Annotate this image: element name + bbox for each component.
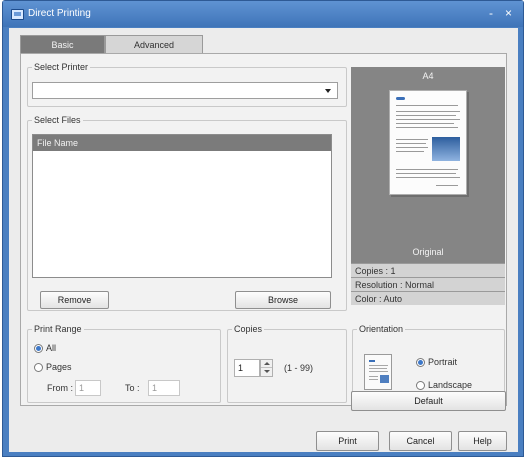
printer-window-icon (11, 9, 24, 20)
print-range-label: Print Range (32, 324, 84, 334)
from-page-input[interactable]: 1 (75, 380, 101, 396)
landscape-radio[interactable] (416, 381, 425, 390)
minimize-button[interactable]: - (489, 7, 493, 19)
logo-mark-icon (396, 97, 405, 100)
select-printer-label: Select Printer (32, 62, 91, 72)
portrait-radio[interactable] (416, 358, 425, 367)
portrait-label[interactable]: Portrait (428, 357, 457, 367)
copies-label: Copies (232, 324, 265, 334)
spin-arrows-icon[interactable] (260, 359, 273, 377)
copies-info: Copies : 1 (351, 263, 505, 277)
range-pages-radio[interactable] (34, 363, 43, 372)
from-label: From : (47, 383, 73, 393)
title-bar[interactable]: Direct Printing - × (3, 1, 523, 27)
print-button[interactable]: Print (316, 431, 379, 451)
help-button[interactable]: Help (458, 431, 507, 451)
range-pages-label[interactable]: Pages (46, 362, 72, 372)
browse-button[interactable]: Browse (235, 291, 331, 309)
tab-basic[interactable]: Basic (20, 35, 105, 53)
preview-photo-icon (432, 137, 460, 161)
to-page-input[interactable]: 1 (148, 380, 180, 396)
file-list[interactable]: File Name (32, 134, 332, 278)
copies-input[interactable]: 1 (234, 359, 260, 377)
copies-increment-button[interactable] (261, 360, 272, 368)
copies-decrement-button[interactable] (261, 368, 272, 376)
file-name-column-header[interactable]: File Name (33, 135, 331, 151)
chevron-down-icon[interactable] (325, 89, 331, 93)
close-button[interactable]: × (505, 7, 512, 19)
print-range-group: Print Range All Pages From : 1 To : 1 (27, 324, 221, 403)
dialog-client: Basic Advanced Select Printer Select Fil… (9, 28, 518, 452)
remove-button[interactable]: Remove (40, 291, 109, 309)
select-files-group: Select Files File Name Remove Browse (27, 115, 347, 311)
resolution-info: Resolution : Normal (351, 277, 505, 291)
select-files-label: Select Files (32, 115, 83, 125)
page-preview-image (389, 90, 467, 195)
range-all-label[interactable]: All (46, 343, 56, 353)
to-label: To : (125, 383, 140, 393)
direct-printing-window: Direct Printing - × Basic Advanced Selec… (2, 0, 524, 457)
portrait-page-icon (364, 354, 392, 390)
copies-range-hint: (1 - 99) (284, 363, 314, 373)
color-info: Color : Auto (351, 291, 505, 305)
landscape-label[interactable]: Landscape (428, 380, 472, 390)
copies-group: Copies 1 (1 - 99) (227, 324, 347, 403)
basic-tab-panel: Select Printer Select Files File Name Re… (20, 53, 507, 406)
preview-caption: Original (412, 247, 444, 257)
printer-select[interactable] (32, 82, 338, 99)
range-all-radio[interactable] (34, 344, 43, 353)
print-preview-panel: A4 Original Copies: 1 Resolution: Norm… (351, 67, 505, 305)
orientation-label: Orientation (357, 324, 406, 334)
paper-size-label: A4 (422, 71, 434, 81)
tab-advanced[interactable]: Advanced (105, 35, 203, 53)
cancel-button[interactable]: Cancel (389, 431, 452, 451)
select-printer-group: Select Printer (27, 62, 347, 107)
window-title: Direct Printing (28, 8, 91, 19)
default-button[interactable]: Default (351, 391, 506, 411)
